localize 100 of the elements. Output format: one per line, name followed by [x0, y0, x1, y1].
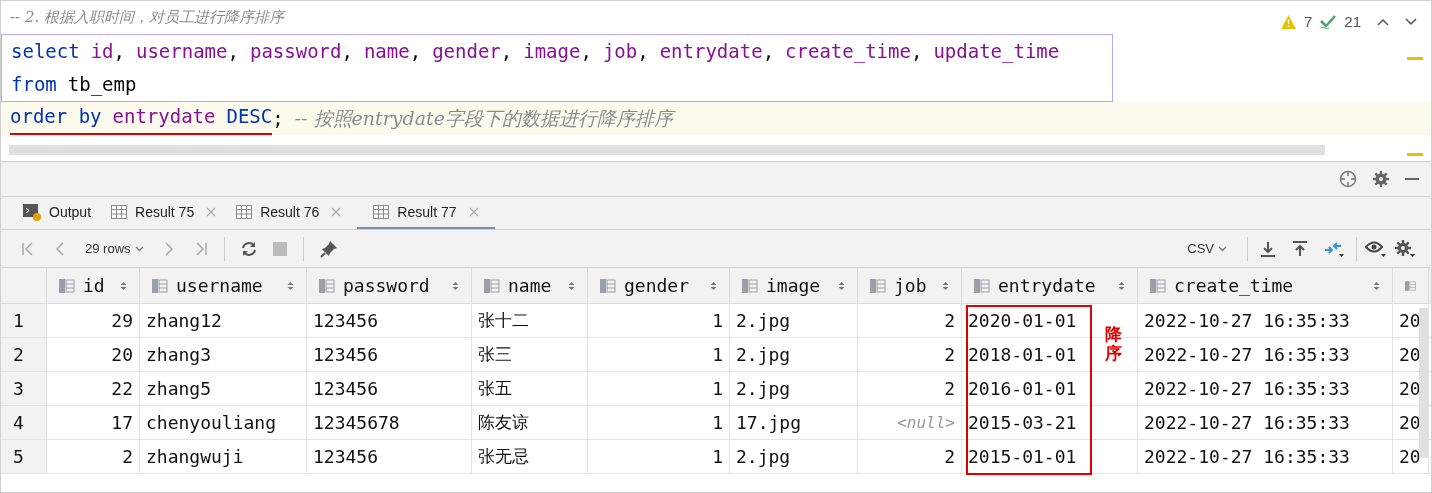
row-number: 2	[1, 338, 47, 371]
sort-icon[interactable]	[942, 280, 949, 291]
column-icon	[974, 278, 990, 293]
vertical-scrollbar[interactable]	[1419, 308, 1429, 458]
table-cell-text: 17.jpg	[736, 411, 802, 435]
row-number: 4	[1, 406, 47, 439]
previous-icon[interactable]	[55, 241, 65, 256]
last-page-icon[interactable]	[193, 241, 208, 256]
table-icon	[236, 205, 253, 219]
row-number: 1	[1, 304, 47, 337]
table-cell-text: 123456	[313, 377, 379, 401]
column-header[interactable]: id	[47, 268, 140, 303]
table-cell-text: 2022-10-27 16:35:33	[1144, 411, 1350, 435]
table-cell-text: zhang12	[146, 309, 222, 333]
table-cell-text: 2	[944, 343, 955, 367]
warning-count[interactable]: 7	[1303, 11, 1313, 34]
table-cell-text: 2.jpg	[736, 343, 791, 367]
column-header[interactable]: username	[140, 268, 307, 303]
table-cell-text: 20	[1399, 411, 1421, 435]
table-cell-text: 123456	[313, 445, 379, 469]
result-tab[interactable]: Result 76	[232, 197, 358, 229]
table-cell-text: 22	[111, 377, 133, 401]
console-icon	[23, 203, 41, 221]
table-cell-text: 陈友谅	[478, 410, 529, 434]
column-header[interactable]: image	[730, 268, 858, 303]
close-icon[interactable]	[206, 207, 217, 217]
first-page-icon[interactable]	[21, 241, 35, 256]
table-cell-text: 2015-03-21	[968, 411, 1077, 435]
eye-icon[interactable]	[1365, 239, 1387, 258]
table-cell-text: 张五	[478, 376, 512, 400]
table-cell-text: 123456	[313, 309, 379, 333]
table-cell-text: 12345678	[313, 411, 400, 435]
column-icon	[742, 278, 758, 293]
refresh-icon[interactable]	[240, 240, 257, 257]
table-cell-text: 1	[712, 411, 723, 435]
column-header[interactable]: job	[858, 268, 962, 303]
column-header[interactable]: password	[307, 268, 472, 303]
result-tab[interactable]: Result 77	[357, 197, 495, 229]
close-icon[interactable]	[468, 207, 479, 217]
sort-icon[interactable]	[838, 280, 845, 291]
compare-arrows-icon[interactable]	[1324, 239, 1344, 258]
column-icon	[59, 278, 75, 293]
table-cell-text: zhangwuji	[146, 445, 244, 469]
next-icon[interactable]	[163, 241, 174, 256]
caret-icon	[134, 245, 144, 252]
annotation-label: 降序	[1105, 326, 1122, 364]
settings-icon[interactable]	[1395, 239, 1415, 258]
code-line: select id, username, password, name, gender, image, job, entrydate, create_time, update_time	[10, 39, 1060, 65]
sort-icon[interactable]	[1118, 280, 1125, 291]
table-cell-text: 2018-01-01	[968, 343, 1077, 367]
warning-icon	[1280, 15, 1296, 30]
caret-icon	[1218, 245, 1227, 252]
table-cell-text: 20	[1399, 309, 1421, 333]
target-icon[interactable]	[1339, 170, 1357, 188]
code-line: from tb_emp	[10, 72, 137, 98]
column-icon	[600, 278, 616, 293]
pin-icon[interactable]	[319, 239, 338, 258]
table-cell-text: 2	[944, 377, 955, 401]
table-cell-text: 1	[712, 445, 723, 469]
sort-icon[interactable]	[710, 280, 717, 291]
settings-icon[interactable]	[1373, 171, 1389, 187]
sort-icon[interactable]	[287, 280, 294, 291]
column-header[interactable]: entrydate	[962, 268, 1138, 303]
row-number: 3	[1, 372, 47, 405]
row-number: 5	[1, 440, 47, 473]
column-header[interactable]: name	[472, 268, 588, 303]
table-cell-text: 20	[111, 343, 133, 367]
table-cell-text: zhang3	[146, 343, 212, 367]
result-tab[interactable]: Result 75	[107, 197, 233, 229]
table-cell-text: 1	[712, 377, 723, 401]
up-icon[interactable]	[1377, 18, 1389, 27]
column-icon	[484, 278, 500, 293]
table-cell-text: 2016-01-01	[968, 377, 1077, 401]
table-cell-text: chenyouliang	[146, 411, 277, 435]
table-cell-text: 2022-10-27 16:35:33	[1144, 343, 1350, 367]
table-cell-text: 张三	[478, 342, 512, 366]
close-icon[interactable]	[331, 207, 342, 217]
table-cell-text: 2	[122, 445, 133, 469]
sort-icon[interactable]	[1373, 280, 1380, 291]
table-cell-text: 张十二	[478, 308, 529, 332]
format-dropdown[interactable]: CSV	[1187, 238, 1227, 259]
table-cell-text: zhang5	[146, 377, 212, 401]
table-cell-text: 17	[111, 411, 133, 435]
column-header[interactable]: create_time	[1138, 268, 1393, 303]
table-cell-text: 2	[944, 445, 955, 469]
sort-icon[interactable]	[452, 280, 459, 291]
sort-icon[interactable]	[568, 280, 575, 291]
download-icon[interactable]	[1260, 240, 1276, 257]
table-cell-text: 2.jpg	[736, 309, 791, 333]
sort-icon[interactable]	[120, 280, 127, 291]
row-count-dropdown[interactable]: 29 rows	[85, 238, 144, 259]
table-cell-text: 2022-10-27 16:35:33	[1144, 377, 1350, 401]
down-icon[interactable]	[1405, 18, 1417, 27]
table-cell-text: 29	[111, 309, 133, 333]
check-count[interactable]: 21	[1344, 11, 1361, 34]
result-tab[interactable]: Output	[19, 197, 108, 229]
horizontal-scrollbar[interactable]	[9, 145, 1325, 155]
upload-icon[interactable]	[1292, 240, 1308, 257]
table-cell-text: 2.jpg	[736, 377, 791, 401]
column-header[interactable]: gender	[588, 268, 730, 303]
